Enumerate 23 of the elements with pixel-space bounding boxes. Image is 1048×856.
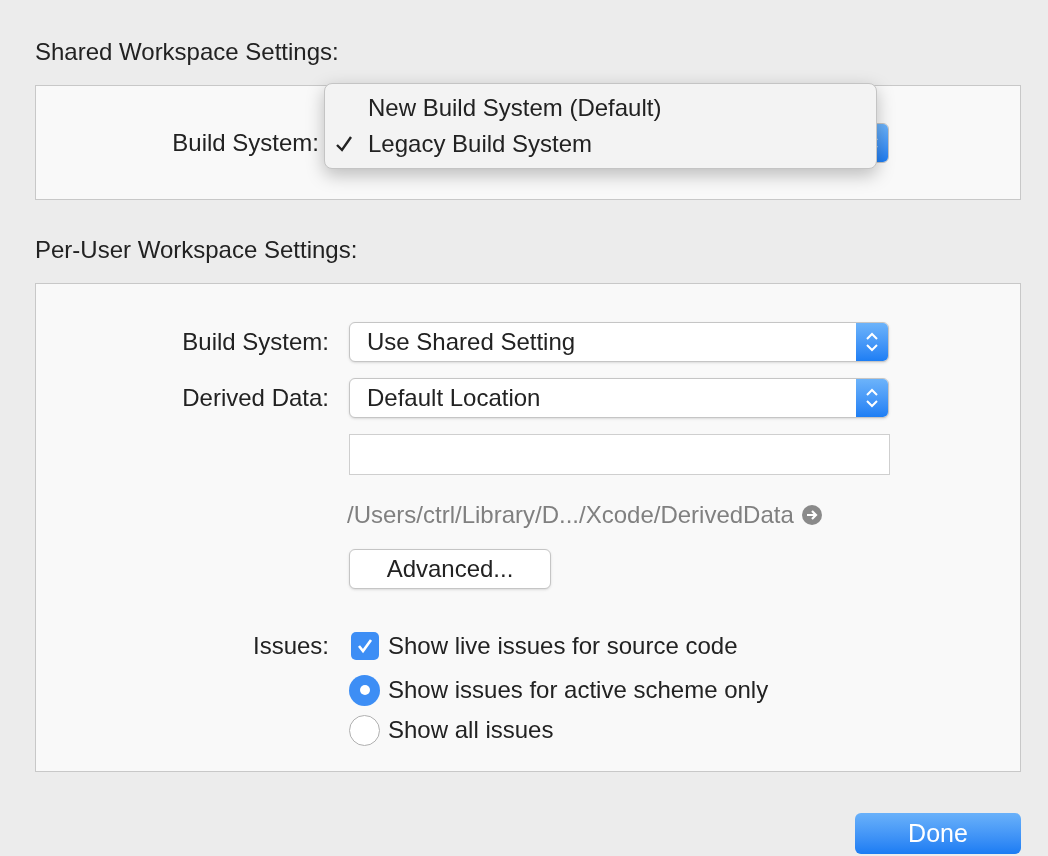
checkbox[interactable] — [351, 632, 379, 660]
stepper-icon — [856, 379, 888, 417]
checkbox-option[interactable]: Show live issues for source code — [349, 629, 769, 663]
checkmark-icon — [356, 637, 374, 655]
advanced-button[interactable]: Advanced... — [349, 549, 551, 589]
menu-item[interactable]: New Build System (Default) — [325, 90, 876, 126]
field-label: Build System: — [172, 127, 319, 158]
field-label: Issues: — [252, 631, 329, 661]
dropdown-field[interactable]: Default Location — [349, 378, 889, 418]
radio-option[interactable]: Show issues for active scheme only — [349, 673, 769, 707]
arrow-circle-icon[interactable] — [801, 505, 822, 525]
path-text: /Users/ctrl/Library/D.../Xcode/DerivedData — [347, 500, 794, 530]
section-heading: Per-User Workspace Settings: — [35, 235, 359, 265]
radio-button[interactable] — [349, 674, 380, 706]
dropdown-field[interactable]: Use Shared Setting — [349, 322, 889, 362]
menu-item[interactable]: Legacy Build System — [325, 126, 876, 162]
field-label: Derived Data: — [182, 383, 329, 413]
section-heading: Shared Workspace Settings: — [35, 37, 340, 67]
stepper-icon — [856, 323, 888, 361]
path-input-field[interactable] — [349, 434, 890, 475]
radio-option[interactable]: Show all issues — [349, 713, 769, 747]
radio-button[interactable] — [349, 714, 380, 746]
field-label: Build System: — [182, 327, 329, 357]
